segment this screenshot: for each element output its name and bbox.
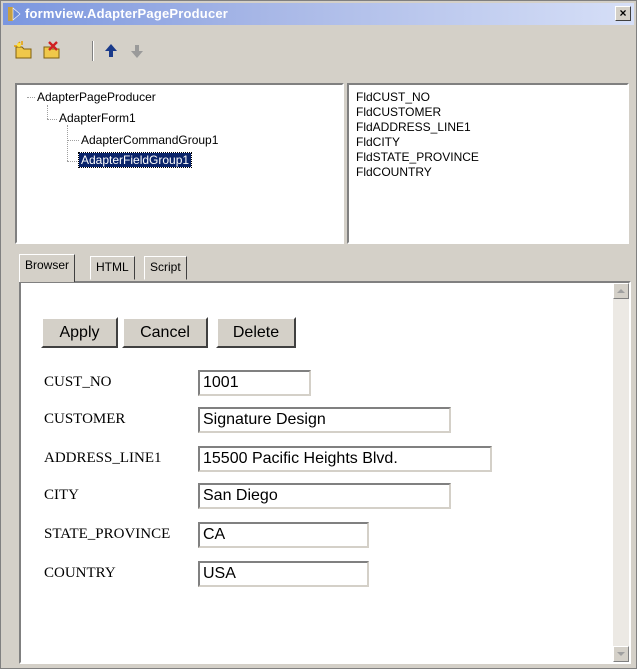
tree-connector xyxy=(67,140,79,141)
new-item-button[interactable] xyxy=(13,41,35,61)
move-up-button[interactable] xyxy=(101,41,123,61)
new-item-icon xyxy=(14,41,32,59)
browser-preview: Apply Cancel Delete CUST_NO 1001 CUSTOME… xyxy=(19,281,631,664)
tree-connector xyxy=(47,119,57,120)
scroll-down-icon xyxy=(617,652,625,656)
country-label: COUNTRY xyxy=(44,565,116,581)
scroll-down-button[interactable] xyxy=(613,646,629,662)
close-button[interactable]: × xyxy=(615,6,631,21)
vertical-scrollbar[interactable] xyxy=(613,283,629,662)
component-tree[interactable]: AdapterPageProducer AdapterForm1 Adapter… xyxy=(15,83,344,244)
state-province-label: STATE_PROVINCE xyxy=(44,526,171,542)
tree-item-adapter-field-group[interactable]: AdapterFieldGroup1 xyxy=(77,152,193,168)
cancel-button[interactable]: Cancel xyxy=(122,317,208,348)
scroll-up-icon xyxy=(617,289,625,293)
tree-item-adapter-page-producer[interactable]: AdapterPageProducer xyxy=(37,90,156,104)
field-list-item[interactable]: FldCUST_NO xyxy=(356,90,430,104)
tree-item-adapter-command-group[interactable]: AdapterCommandGroup1 xyxy=(81,133,218,147)
tree-connector xyxy=(47,105,48,119)
move-down-icon xyxy=(131,45,143,58)
tab-html[interactable]: HTML xyxy=(90,256,135,280)
apply-button[interactable]: Apply xyxy=(41,317,118,348)
delete-button[interactable]: Delete xyxy=(216,317,296,348)
tab-script[interactable]: Script xyxy=(144,256,187,280)
field-list-item[interactable]: FldCUSTOMER xyxy=(356,105,441,119)
cust-no-label: CUST_NO xyxy=(44,374,112,390)
delphi-app-icon xyxy=(8,7,21,21)
move-down-button[interactable] xyxy=(127,41,149,61)
tree-connector xyxy=(27,97,35,98)
tab-browser[interactable]: Browser xyxy=(19,254,76,282)
field-list-item[interactable]: FldADDRESS_LINE1 xyxy=(356,120,471,134)
address-line1-label: ADDRESS_LINE1 xyxy=(44,450,162,466)
customer-field[interactable]: Signature Design xyxy=(198,407,451,433)
country-field[interactable]: USA xyxy=(198,561,369,587)
field-list-item[interactable]: FldSTATE_PROVINCE xyxy=(356,150,479,164)
scroll-up-button[interactable] xyxy=(613,283,629,299)
field-list-item[interactable]: FldCOUNTRY xyxy=(356,165,432,179)
address-line1-field[interactable]: 15500 Pacific Heights Blvd. xyxy=(198,446,492,472)
title-bar[interactable]: formview.AdapterPageProducer × xyxy=(3,3,634,25)
state-province-field[interactable]: CA xyxy=(198,522,369,548)
delete-item-button[interactable] xyxy=(41,41,63,61)
window: formview.AdapterPageProducer × AdapterPa… xyxy=(0,0,637,669)
city-label: CITY xyxy=(44,487,79,503)
customer-label: CUSTOMER xyxy=(44,411,126,427)
tree-connector xyxy=(67,125,68,161)
tree-connector xyxy=(67,161,79,162)
tree-item-adapter-form[interactable]: AdapterForm1 xyxy=(59,111,136,125)
cust-no-field[interactable]: 1001 xyxy=(198,370,311,396)
toolbar xyxy=(3,27,634,77)
field-list[interactable]: FldCUST_NO FldCUSTOMER FldADDRESS_LINE1 … xyxy=(347,83,629,244)
move-up-icon xyxy=(105,44,117,57)
delete-item-icon xyxy=(43,41,60,59)
city-field[interactable]: San Diego xyxy=(198,483,451,509)
field-list-item[interactable]: FldCITY xyxy=(356,135,400,149)
toolbar-separator xyxy=(92,41,94,61)
window-title: formview.AdapterPageProducer xyxy=(25,6,229,21)
